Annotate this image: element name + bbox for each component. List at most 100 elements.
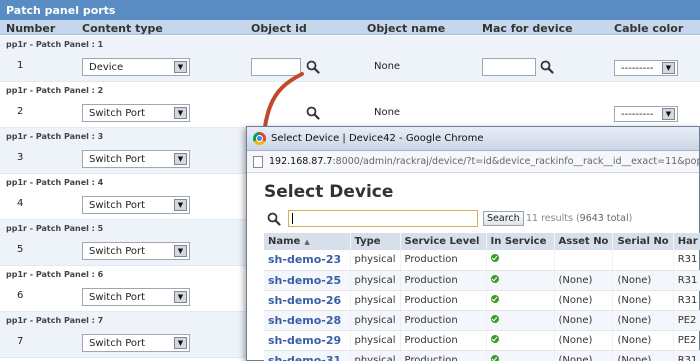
url-text[interactable]: 192.168.87.7:8000/admin/rackraj/device/?…	[269, 156, 700, 167]
device-table-header: Name ▲ Type Service Level In Service Asse…	[264, 233, 700, 250]
device-row: sh-demo-31 physical Production (None) (None)…	[264, 350, 700, 361]
device-name-link[interactable]: sh-demo-28	[264, 310, 351, 331]
device-type: physical	[350, 330, 401, 351]
object-lookup-search-icon[interactable]	[306, 106, 320, 120]
device-in-service	[486, 290, 555, 311]
device-type: physical	[350, 270, 401, 291]
device-hardware: PE2	[673, 310, 700, 331]
col-name[interactable]: Name ▲	[264, 233, 351, 250]
device-in-service	[486, 350, 555, 361]
device-name-link[interactable]: sh-demo-26	[264, 290, 351, 311]
search-input[interactable]	[288, 210, 478, 227]
device-asset-no: (None)	[554, 290, 614, 311]
cable-color-select[interactable]: --------- ▼	[614, 106, 678, 122]
check-circle-icon	[490, 334, 499, 343]
object-lookup-search-icon[interactable]	[306, 60, 320, 74]
check-circle-icon	[490, 354, 499, 361]
content-type-select[interactable]: Switch Port ▼	[82, 104, 190, 122]
device-row: sh-demo-26 physical Production (None) (None)…	[264, 290, 700, 311]
object-name-value: None	[374, 107, 401, 118]
content-type-value: Switch Port	[89, 292, 146, 303]
col-in-service[interactable]: In Service	[486, 233, 555, 250]
address-bar[interactable]: 192.168.87.7:8000/admin/rackraj/device/?…	[247, 151, 700, 173]
dropdown-arrow-icon: ▼	[662, 108, 675, 120]
dropdown-arrow-icon: ▼	[174, 291, 187, 303]
content-type-value: Device	[89, 62, 124, 73]
device-service-level: Production	[400, 250, 487, 271]
text-caret	[292, 213, 293, 224]
device-serial-no: (None)	[612, 290, 674, 311]
dropdown-arrow-icon: ▼	[174, 199, 187, 211]
content-type-select[interactable]: Switch Port ▼	[82, 334, 190, 352]
content-type-select[interactable]: Device ▼	[82, 58, 190, 76]
dropdown-arrow-icon: ▼	[174, 107, 187, 119]
content-type-value: Switch Port	[89, 200, 146, 211]
col-type[interactable]: Type	[350, 233, 401, 250]
device-hardware: R31	[673, 250, 700, 271]
window-titlebar[interactable]: Select Device | Device42 - Google Chrome	[247, 127, 699, 151]
content-type-select[interactable]: Switch Port ▼	[82, 288, 190, 306]
row-number: 4	[17, 198, 24, 209]
device-asset-no: (None)	[554, 330, 614, 351]
device-name-link[interactable]: sh-demo-31	[264, 350, 351, 361]
window-title: Select Device | Device42 - Google Chrome	[271, 133, 484, 144]
column-header-row: Number Content type Object id Object nam…	[0, 20, 700, 35]
device-service-level: Production	[400, 350, 487, 361]
object-id-input[interactable]	[251, 58, 301, 76]
content-type-select[interactable]: Switch Port ▼	[82, 242, 190, 260]
col-object-name: Object name	[367, 22, 446, 35]
col-serial-no[interactable]: Serial No	[612, 233, 674, 250]
row-number: 2	[17, 106, 24, 117]
content-type-select[interactable]: Switch Port ▼	[82, 150, 190, 168]
content-type-value: Switch Port	[89, 338, 146, 349]
device-in-service	[486, 270, 555, 291]
panel-title: Patch panel ports	[0, 0, 700, 20]
row-port-label: pp1r - Patch Panel : 2	[6, 86, 104, 95]
device-serial-no: (None)	[612, 350, 674, 361]
row-port-label: pp1r - Patch Panel : 6	[6, 270, 104, 279]
mac-lookup-search-icon[interactable]	[540, 60, 554, 74]
row-port-label: pp1r - Patch Panel : 4	[6, 178, 104, 187]
device-name-link[interactable]: sh-demo-25	[264, 270, 351, 291]
device-type: physical	[350, 310, 401, 331]
device-type: physical	[350, 350, 401, 361]
select-device-popup-window: Select Device | Device42 - Google Chrome…	[246, 126, 700, 361]
col-hardware[interactable]: Har	[673, 233, 700, 250]
col-mac-for-device: Mac for device	[482, 22, 573, 35]
content-type-value: Switch Port	[89, 154, 146, 165]
dropdown-arrow-icon: ▼	[174, 153, 187, 165]
row-number: 5	[17, 244, 24, 255]
device-name-link[interactable]: sh-demo-23	[264, 250, 351, 271]
check-circle-icon	[490, 274, 499, 283]
device-type: physical	[350, 250, 401, 271]
device-serial-no: (None)	[612, 310, 674, 331]
page-icon	[253, 156, 263, 168]
patch-panel-row: pp1r - Patch Panel : 2 2 Switch Port ▼ N…	[0, 82, 700, 128]
device-service-level: Production	[400, 290, 487, 311]
object-name-value: None	[374, 61, 401, 72]
check-circle-icon	[490, 254, 499, 263]
results-count: 11 results (9643 total)	[526, 213, 633, 224]
dropdown-arrow-icon: ▼	[174, 61, 187, 73]
content-type-select[interactable]: Switch Port ▼	[82, 196, 190, 214]
mac-input[interactable]	[482, 58, 536, 76]
col-asset-no[interactable]: Asset No	[554, 233, 614, 250]
cable-color-select[interactable]: --------- ▼	[614, 60, 678, 76]
device-row: sh-demo-25 physical Production (None) (None)…	[264, 270, 700, 291]
device-name-link[interactable]: sh-demo-29	[264, 330, 351, 351]
device-serial-no: (None)	[612, 270, 674, 291]
content-type-value: Switch Port	[89, 246, 146, 257]
row-port-label: pp1r - Patch Panel : 1	[6, 40, 104, 49]
results-total-link[interactable]: 9643 total	[580, 213, 629, 224]
row-number: 6	[17, 290, 24, 301]
col-service-level[interactable]: Service Level	[400, 233, 487, 250]
device-serial-no: (None)	[612, 330, 674, 351]
cable-color-value: ---------	[621, 63, 654, 74]
check-circle-icon	[490, 294, 499, 303]
device-row: sh-demo-28 physical Production (None) (None)…	[264, 310, 700, 331]
search-button[interactable]: Search	[483, 211, 524, 226]
device-hardware: R31	[673, 350, 700, 361]
device-serial-no	[612, 250, 674, 271]
dropdown-arrow-icon: ▼	[174, 245, 187, 257]
row-port-label: pp1r - Patch Panel : 3	[6, 132, 104, 141]
